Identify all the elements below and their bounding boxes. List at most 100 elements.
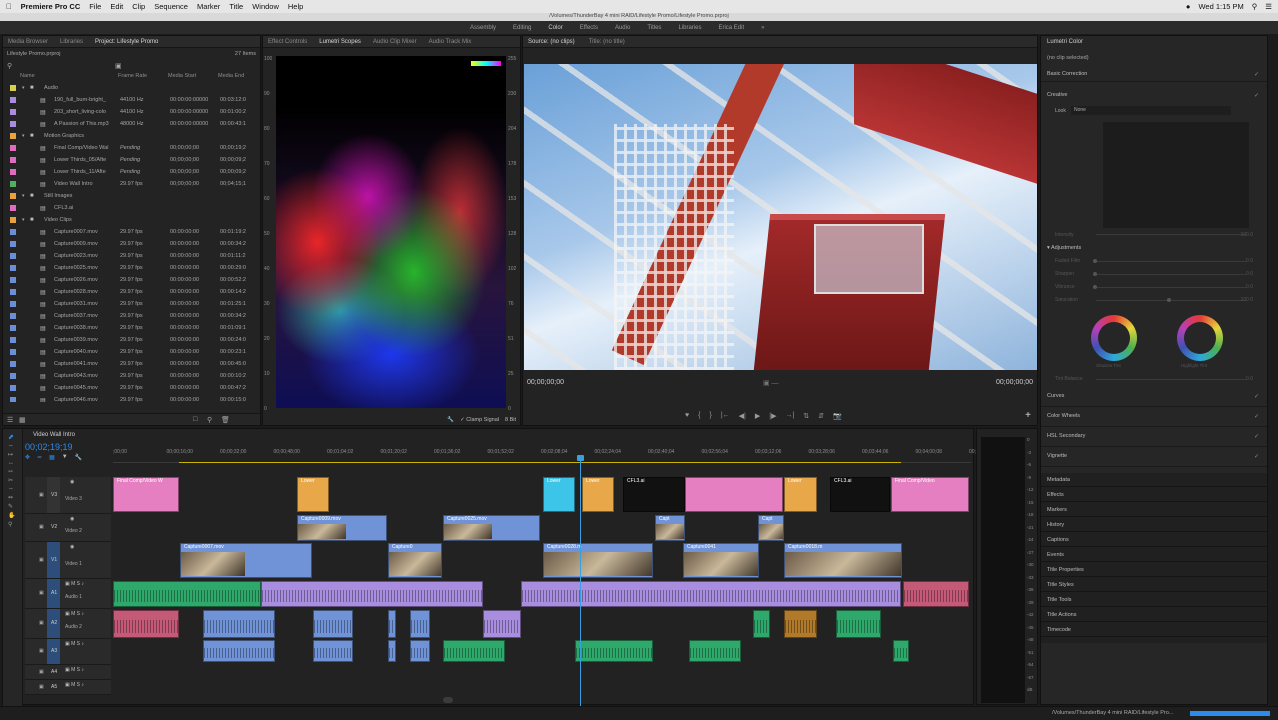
col-name[interactable]: Name [20, 73, 35, 79]
ws-color[interactable]: Color [548, 25, 562, 31]
list-item[interactable]: ▤ Capture0025.mov 29.97 fps 00:00:00:00 00:0… [3, 262, 260, 274]
audio-clip-green[interactable] [575, 640, 653, 662]
audio-clip-blue[interactable] [203, 640, 275, 662]
intensity-slider[interactable] [1096, 234, 1246, 235]
clip-capture0007[interactable]: Capture0007.mov [180, 543, 312, 578]
track-header-v3[interactable]: V3 ▣ Video 3 ◉ [25, 477, 111, 514]
list-item[interactable]: ▤ Capture0040.mov 29.97 fps 00:00:00:00 00:0… [3, 346, 260, 358]
clip-capture0018[interactable]: Capture0018.m [784, 543, 902, 578]
audio-clip-red[interactable] [903, 581, 969, 607]
menu-edit[interactable]: Edit [110, 2, 123, 11]
panel-captions[interactable]: Captions [1041, 533, 1267, 547]
list-item[interactable]: ▤ Final Comp/Video Wal Pending 00;00;00;00 0… [3, 142, 260, 154]
section-check-icon[interactable]: ✓ [1254, 393, 1259, 400]
lock-icon[interactable]: ▣ [39, 492, 44, 498]
track-header-a3[interactable]: A3 ▣ ▣ M S ♪ [25, 639, 111, 665]
insert-icon[interactable]: ⇅ [803, 412, 809, 420]
bin-row[interactable]: ▾ ■ Video Clips [3, 214, 260, 226]
track-header-v2[interactable]: V2 ▣ Video 2 ◉ [25, 514, 111, 542]
bin-row[interactable]: ▾ ■ Motion Graphics [3, 130, 260, 142]
add-button-icon[interactable]: + [1025, 410, 1031, 421]
list-item[interactable]: ▤ A Passion of This.mp3 48000 Hz 00:00:00:0… [3, 118, 260, 130]
slider-value[interactable]: 100.0 [1240, 297, 1253, 303]
eye-icon[interactable]: ◉ [70, 479, 74, 485]
slider-track[interactable] [1096, 261, 1246, 262]
work-area-bar[interactable] [179, 462, 901, 463]
panel-timecode[interactable]: Timecode [1041, 623, 1267, 637]
audio-clip-blue[interactable] [410, 640, 430, 662]
mark-out-icon[interactable]: } [710, 412, 712, 420]
ws-audio[interactable]: Audio [615, 25, 630, 31]
section-hsl-secondary[interactable]: HSL Secondary ✓ [1041, 428, 1267, 447]
zoom-icon[interactable]: ▣ — [763, 379, 779, 387]
slider-value[interactable]: 0.0 [1246, 258, 1253, 264]
mute-solo-controls[interactable]: ▣ M S ♪ [65, 641, 84, 647]
audio-clip-green[interactable] [113, 581, 261, 607]
ws-titles[interactable]: Titles [647, 25, 661, 31]
icon-view-icon[interactable]: ▦ [19, 416, 26, 424]
disclosure-triangle-icon[interactable]: ▾ [22, 217, 30, 223]
panel-events[interactable]: Events [1041, 548, 1267, 562]
rate-stretch-icon[interactable]: ⇿ [3, 466, 22, 475]
lock-icon[interactable]: ▣ [39, 557, 44, 563]
list-item[interactable]: ▤ Capture0023.mov 29.97 fps 00:00:00:00 00:0… [3, 250, 260, 262]
clip-capture[interactable]: Capt [758, 515, 784, 541]
audio-clip-blue[interactable] [313, 640, 353, 662]
audio-clip-orange[interactable] [784, 610, 817, 638]
panel-metadata[interactable]: Metadata [1041, 473, 1267, 487]
playhead-timecode[interactable]: 00;02;19;19 [25, 442, 73, 452]
trash-icon[interactable]: 🗑 [221, 416, 230, 424]
creative-check-icon[interactable]: ✓ [1254, 92, 1259, 99]
clip-capture0028[interactable]: Capture0028.m [543, 543, 653, 578]
list-item[interactable]: ▤ Capture0039.mov 29.97 fps 00:00:00:00 00:0… [3, 334, 260, 346]
rolling-edit-icon[interactable]: ↔ [3, 458, 22, 466]
panel-title-styles[interactable]: Title Styles [1041, 578, 1267, 592]
playhead-line[interactable] [580, 457, 581, 706]
settings-wrench-icon[interactable]: 🔧 [75, 454, 82, 461]
panel-title-tools[interactable]: Title Tools [1041, 593, 1267, 607]
list-item[interactable]: ▤ Capture0037.mov 29.97 fps 00:00:00:00 00:0… [3, 310, 260, 322]
panel-title-actions[interactable]: Title Actions [1041, 608, 1267, 622]
col-frame-rate[interactable]: Frame Rate [118, 73, 147, 79]
audio-clip-red[interactable] [113, 610, 179, 638]
mute-solo-controls[interactable]: ▣ M S ♪ [65, 611, 84, 617]
go-to-in-icon[interactable]: |← [721, 412, 730, 420]
lock-icon[interactable]: ▣ [39, 590, 44, 596]
add-marker-icon[interactable]: ▼ [62, 454, 68, 461]
section-color-wheels[interactable]: Color Wheels ✓ [1041, 408, 1267, 427]
list-item[interactable]: ▤ Capture0045.mov 29.97 fps 00:00:00:00 00:0… [3, 382, 260, 394]
clip-magenta-bar[interactable] [685, 477, 783, 512]
tint-balance-value[interactable]: 0.0 [1246, 376, 1253, 382]
tab-title[interactable]: Title: (no title) [589, 39, 625, 45]
section-check-icon[interactable]: ✓ [1254, 433, 1259, 440]
marker-icon[interactable]: ♥ [685, 412, 689, 420]
ws-assembly[interactable]: Assembly [470, 25, 496, 31]
clip-cfl3-logo[interactable]: CFL3.ai [623, 477, 685, 512]
list-item[interactable]: ▤ Capture0026.mov 29.97 fps 00:00:00:00 00:0… [3, 274, 260, 286]
audio-clip-purple[interactable] [261, 581, 483, 607]
step-forward-icon[interactable]: |▶ [769, 412, 776, 420]
slider-track[interactable] [1096, 300, 1246, 301]
linked-select-icon[interactable]: ▦ [49, 454, 55, 461]
section-check-icon[interactable]: ✓ [1254, 413, 1259, 420]
timeline-ruler[interactable]: ;00;00 00;00;16;00 00;00;32;00 00;00;48;00 0… [113, 447, 979, 463]
track-header-a5[interactable]: A5 ▣ ▣ M S ♪ [25, 680, 111, 695]
list-item[interactable]: ▤ Capture0038.mov 29.97 fps 00:00:00:00 00:0… [3, 322, 260, 334]
slider-track[interactable] [1096, 287, 1246, 288]
eye-icon[interactable]: ◉ [70, 544, 74, 550]
list-item[interactable]: ▤ Capture0046.mov 29.97 fps 00:00:00:00 00:0… [3, 394, 260, 402]
list-item[interactable]: ▤ Lower Thirds_05/Afte Pending 00;00;00;00 0… [3, 154, 260, 166]
adjustments-toggle[interactable]: ▾ Adjustments [1047, 245, 1081, 251]
menu-title[interactable]: Title [229, 2, 243, 11]
panel-title-properties[interactable]: Title Properties [1041, 563, 1267, 577]
list-item[interactable]: ▤ 190_full_burn-bright_ 44100 Hz 00:00:00:0… [3, 94, 260, 106]
tab-project[interactable]: Project: Lifestyle Promo [95, 39, 158, 45]
audio-clip-blue[interactable] [410, 610, 430, 638]
clip-lower-third[interactable]: Lower [582, 477, 614, 512]
clip-lower-third[interactable]: Lower [297, 477, 329, 512]
new-item-icon[interactable]: □ [193, 416, 197, 423]
track-header-a4[interactable]: A4 ▣ ▣ M S ♪ [25, 665, 111, 680]
audio-clip-blue[interactable] [388, 610, 396, 638]
tab-source[interactable]: Source: (no clips) [528, 39, 575, 45]
clip-cfl3-logo[interactable]: CFL3.ai [830, 477, 890, 512]
